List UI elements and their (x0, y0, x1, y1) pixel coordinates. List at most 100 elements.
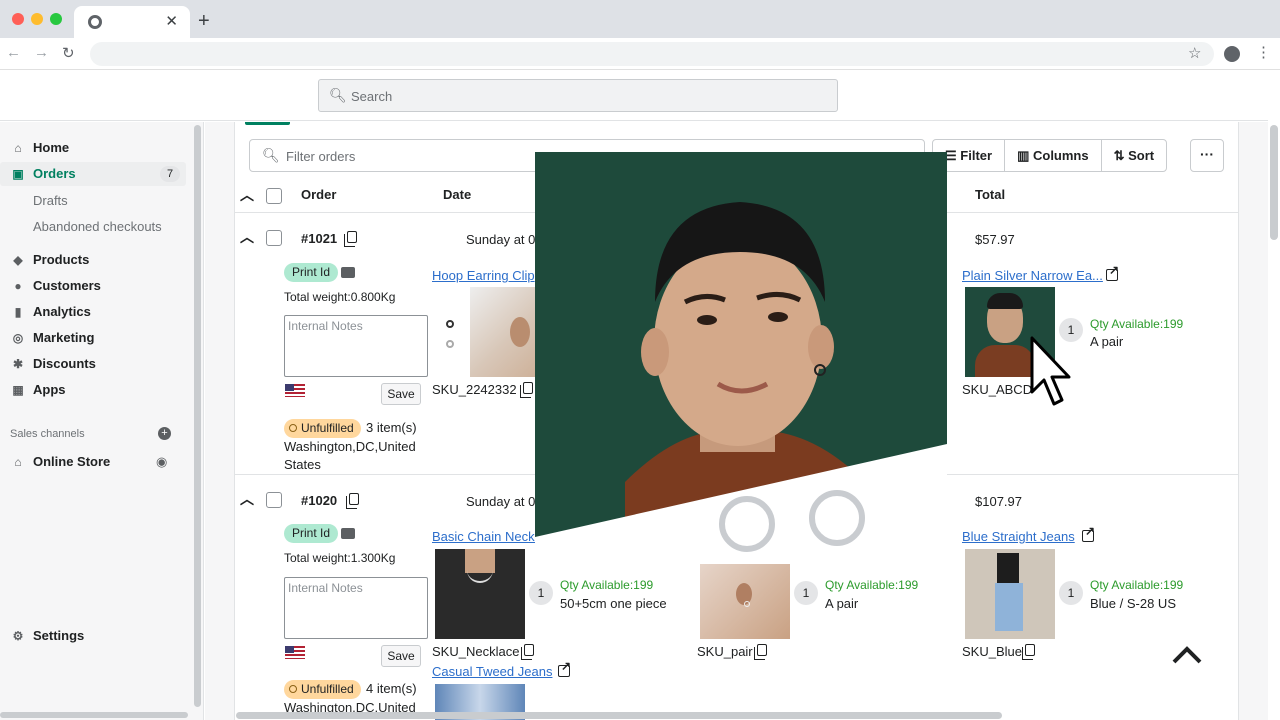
order-checkbox[interactable] (266, 230, 282, 246)
copy-icon[interactable] (1022, 644, 1035, 660)
notes-placeholder: Internal Notes (288, 319, 363, 333)
sidebar-item-label: Analytics (33, 304, 91, 319)
product-link[interactable]: Casual Tweed Jeans (432, 664, 552, 679)
more-actions-button[interactable]: ··· (1190, 139, 1224, 172)
product-link[interactable]: Basic Chain Neckl (432, 529, 538, 544)
collapse-all-chevron-icon[interactable]: ︿ (240, 185, 254, 205)
table-actions: ☰ Filter ▥ Columns ⇅ Sort (932, 139, 1168, 172)
sidebar-item-marketing[interactable]: ◎ Marketing (10, 330, 95, 345)
order-total: $57.97 (975, 232, 1015, 247)
sidebar-item-abandoned-checkouts[interactable]: Abandoned checkouts (33, 219, 162, 234)
browser-tab[interactable]: ✕ (74, 6, 190, 38)
collapse-order-chevron-icon[interactable]: ︿ (240, 489, 254, 509)
sidebar-item-analytics[interactable]: ▮ Analytics (10, 304, 91, 319)
close-tab-icon[interactable]: ✕ (165, 12, 178, 30)
sidebar-item-label: Customers (33, 278, 101, 293)
forward-icon[interactable]: → (34, 44, 49, 61)
total-weight: Total weight:1.300Kg (284, 551, 396, 565)
sidebar-item-apps[interactable]: ▦ Apps (10, 382, 65, 397)
model-torso (997, 553, 1019, 583)
column-header-order[interactable]: Order (301, 187, 336, 202)
search-input[interactable]: 🔍︎ Search (318, 79, 838, 112)
copy-icon[interactable] (521, 644, 534, 660)
sidebar: ⌂ Home ▣ Orders 7 Drafts Abandoned checkou… (0, 122, 204, 720)
back-to-top-chevron-icon[interactable] (1170, 642, 1204, 666)
sidebar-item-orders[interactable]: ▣ Orders (10, 166, 75, 181)
print-id-badge[interactable]: Print Id (284, 524, 339, 543)
save-notes-button[interactable]: Save (381, 645, 421, 667)
notes-placeholder: Internal Notes (288, 581, 363, 595)
column-header-date[interactable]: Date (443, 187, 471, 202)
sidebar-item-home[interactable]: ⌂ Home (10, 140, 69, 155)
copy-icon[interactable] (344, 231, 357, 247)
close-window-button[interactable] (12, 13, 24, 25)
internal-notes-textarea[interactable]: Internal Notes (284, 577, 428, 639)
browser-toolbar: ← → ↻ ☆ ⋮ (0, 38, 1280, 70)
column-header-total[interactable]: Total (975, 187, 1005, 202)
model-jeans (995, 583, 1023, 631)
bookmark-star-icon[interactable]: ☆ (1188, 44, 1201, 62)
copy-icon[interactable] (346, 493, 359, 509)
select-all-checkbox[interactable] (266, 188, 282, 204)
columns-icon: ▥ (1017, 148, 1033, 163)
internal-notes-textarea[interactable]: Internal Notes (284, 315, 428, 377)
save-notes-button[interactable]: Save (381, 383, 421, 405)
new-tab-button[interactable]: + (198, 10, 210, 33)
shipping-address-country: States (284, 457, 321, 472)
external-link-icon[interactable] (558, 659, 571, 677)
view-store-eye-icon[interactable]: ◉ (156, 454, 167, 470)
variant-title: A pair (825, 596, 859, 611)
sort-button[interactable]: ⇅ Sort (1102, 140, 1167, 171)
sidebar-item-customers[interactable]: ● Customers (10, 278, 101, 293)
product-link[interactable]: Blue Straight Jeans (962, 529, 1075, 544)
collapse-order-chevron-icon[interactable]: ︿ (240, 227, 254, 247)
sidebar-item-drafts[interactable]: Drafts (33, 193, 68, 208)
main-horizontal-scrollbar[interactable] (236, 712, 1002, 719)
address-bar[interactable] (90, 42, 1214, 66)
browser-menu-icon[interactable]: ⋮ (1256, 43, 1271, 61)
printer-icon[interactable] (341, 267, 355, 278)
sidebar-item-online-store[interactable]: ⌂ Online Store (10, 454, 110, 469)
reload-icon[interactable]: ↻ (62, 44, 75, 62)
mouse-pointer-icon (1030, 336, 1071, 406)
back-icon[interactable]: ← (6, 44, 21, 61)
external-link-icon[interactable] (1106, 263, 1119, 281)
sidebar-scrollbar[interactable] (194, 125, 201, 707)
qty-available: Qty Available:199 (825, 578, 919, 592)
maximize-window-button[interactable] (50, 13, 62, 25)
print-id-badge[interactable]: Print Id (284, 263, 339, 282)
product-thumbnail[interactable] (435, 549, 525, 639)
status-circle-icon (289, 685, 297, 693)
copy-icon[interactable] (520, 382, 533, 398)
columns-button[interactable]: ▥ Columns (1005, 140, 1102, 171)
gear-icon: ⚙ (12, 628, 24, 643)
product-sku: SKU_Blue (962, 644, 1022, 659)
filter-label: Filter (960, 148, 993, 163)
profile-avatar[interactable] (1224, 46, 1240, 62)
fulfillment-status-badge: Unfulfilled (284, 419, 361, 438)
external-link-icon[interactable] (1082, 524, 1095, 542)
product-link[interactable]: Plain Silver Narrow Ea... (962, 268, 1103, 283)
order-number[interactable]: #1020 (301, 493, 337, 508)
copy-icon[interactable] (754, 644, 767, 660)
sidebar-item-label: Marketing (33, 330, 95, 345)
product-thumbnail[interactable] (965, 549, 1055, 639)
minimize-window-button[interactable] (31, 13, 43, 25)
orders-icon: ▣ (12, 166, 24, 181)
order-date: Sunday at 0 (466, 232, 536, 247)
order-checkbox[interactable] (266, 492, 282, 508)
earring-swatch-black (446, 320, 454, 328)
bar-chart-icon: ▮ (14, 304, 22, 319)
main-vertical-scrollbar[interactable] (1270, 125, 1278, 240)
sidebar-horizontal-scrollbar[interactable] (0, 712, 188, 718)
add-sales-channel-icon[interactable]: + (158, 427, 171, 440)
product-link[interactable]: Hoop Earring Clip (432, 268, 535, 283)
sidebar-item-label: Online Store (33, 454, 111, 469)
sidebar-item-settings[interactable]: ⚙ Settings (10, 628, 85, 643)
sidebar-item-products[interactable]: ◆ Products (10, 252, 89, 267)
printer-icon[interactable] (341, 528, 355, 539)
order-number[interactable]: #1021 (301, 231, 337, 246)
portrait-hair (987, 293, 1023, 309)
sidebar-item-discounts[interactable]: ✱ Discounts (10, 356, 96, 371)
sidebar-item-label: Products (33, 252, 90, 267)
